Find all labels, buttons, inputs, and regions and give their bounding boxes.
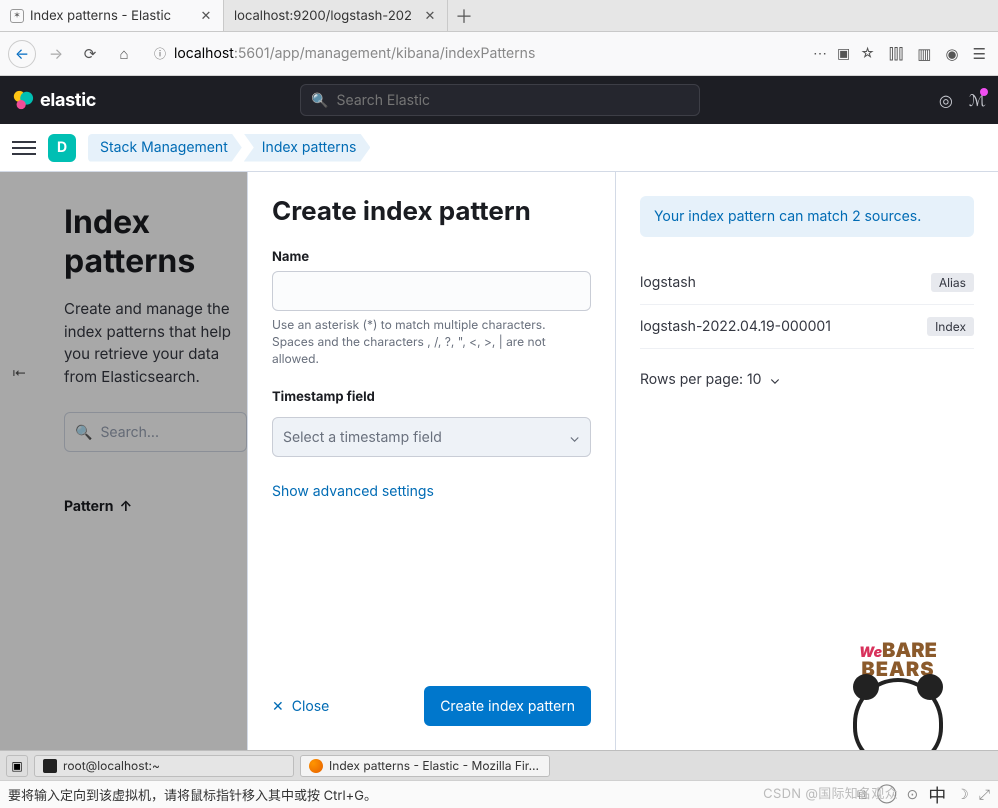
global-search[interactable]: 🔍 [300,84,700,116]
home-button[interactable]: ⌂ [110,40,138,68]
vm-device-icon[interactable]: ⤢ [979,786,990,803]
name-label: Name [272,249,591,265]
chevron-down-icon: ⌄ [770,371,781,388]
match-row[interactable]: logstash-2022.04.19-000001 Index [640,305,974,349]
flyout-title: Create index pattern [272,196,591,227]
elastic-brand-text: elastic [40,90,96,111]
terminal-icon [43,759,57,773]
bookmark-icon[interactable]: ☆ [860,45,875,62]
elastic-logo[interactable]: elastic [12,89,96,111]
match-badge: Alias [931,273,974,292]
close-tab-icon[interactable]: ✕ [199,9,213,23]
global-search-input[interactable] [337,92,690,109]
timestamp-select[interactable]: Select a timestamp field ⌄ [272,417,591,457]
close-icon: ✕ [272,698,284,715]
elastic-header: elastic 🔍 ◎ ℳ [0,76,998,124]
app-menu-button[interactable]: ▣ [6,755,28,777]
browser-navbar: ← → ⟳ ⌂ ⓘ localhost:5601/app/management/… [0,32,998,76]
match-name: logstash-2022.04.19-000001 [640,318,831,335]
flyout-form: Create index pattern Name Use an asteris… [248,172,616,750]
vm-device-icon[interactable]: ⊙ [907,786,919,803]
kibana-subheader: D Stack Management Index patterns [0,124,998,172]
match-callout: Your index pattern can match 2 sources. [640,196,974,237]
reload-button[interactable]: ⟳ [76,40,104,68]
vm-ime-indicator[interactable]: 中 [928,782,946,808]
breadcrumb: Stack Management Index patterns [88,134,370,162]
tab-title: localhost:9200/logstash-202 [234,8,417,24]
browser-tab[interactable]: localhost:9200/logstash-202 ✕ [224,0,448,31]
vm-device-icon[interactable]: ⧉ [857,786,867,803]
account-icon[interactable]: ◉ [945,44,958,63]
nav-toggle-button[interactable] [12,136,36,160]
elastic-logo-icon [12,89,34,111]
create-index-pattern-button[interactable]: Create index pattern [424,686,591,726]
rows-per-page-button[interactable]: Rows per page: 10 ⌄ [640,371,974,388]
back-button[interactable]: ← [8,40,36,68]
newsfeed-icon[interactable]: ℳ [969,90,986,110]
show-advanced-link[interactable]: Show advanced settings [272,483,591,500]
chevron-down-icon: ⌄ [569,429,580,446]
create-index-pattern-flyout: Create index pattern Name Use an asteris… [247,172,998,750]
menu-icon[interactable]: ☰ [973,44,986,63]
name-help-text: Use an asterisk (*) to match multiple ch… [272,317,591,367]
breadcrumb-item[interactable]: Stack Management [88,134,242,162]
vm-device-icon[interactable]: ◯ [877,786,896,803]
forward-button[interactable]: → [42,40,70,68]
close-tab-icon[interactable]: ✕ [423,9,437,23]
browser-tabstrip: ✶ Index patterns - Elastic ✕ localhost:9… [0,0,998,32]
space-avatar[interactable]: D [48,134,76,162]
name-input[interactable] [272,271,591,311]
address-bar[interactable]: ⓘ localhost:5601/app/management/kibana/i… [144,39,883,69]
reader-icon[interactable]: ▣ [837,45,850,62]
vm-device-icon[interactable]: ☽ [956,786,969,803]
url-path: :5601/app/management/kibana/indexPattern… [234,45,536,62]
timestamp-placeholder: Select a timestamp field [283,429,442,446]
search-icon: 🔍 [311,92,328,109]
close-flyout-button[interactable]: ✕ Close [272,698,329,715]
match-badge: Index [927,317,974,336]
url-host: localhost [174,45,234,62]
taskbar-firefox[interactable]: Index patterns - Elastic - Mozilla Fir… [300,755,550,777]
help-icon[interactable]: ◎ [939,90,953,110]
os-taskbar: ▣ root@localhost:~ Index patterns - Elas… [0,750,998,780]
new-tab-button[interactable]: ＋ [448,0,480,31]
vm-status-bar: 要将输入定向到该虚拟机，请将鼠标指针移入其中或按 Ctrl+G。 ⧉ ◯ ⊙ 中… [0,780,998,808]
vm-status-text: 要将输入定向到该虚拟机，请将鼠标指针移入其中或按 Ctrl+G。 [8,785,377,804]
taskbar-terminal[interactable]: root@localhost:~ [34,755,294,777]
modal-scrim[interactable] [0,172,247,750]
tab-title: Index patterns - Elastic [30,8,193,24]
timestamp-label: Timestamp field [272,389,591,405]
match-row[interactable]: logstash Alias [640,261,974,305]
elastic-favicon: ✶ [10,9,24,23]
browser-tab-active[interactable]: ✶ Index patterns - Elastic ✕ [0,0,224,31]
site-info-icon[interactable]: ⓘ [152,46,168,62]
breadcrumb-item[interactable]: Index patterns [244,134,371,162]
library-icon[interactable]: ⫿⫿⫿ [889,44,903,63]
firefox-icon [309,759,323,773]
page-actions-icon[interactable]: ⋯ [813,45,827,62]
match-name: logstash [640,274,696,291]
flyout-matches: Your index pattern can match 2 sources. … [616,172,998,750]
sidebar-icon[interactable]: ▥ [917,44,931,63]
